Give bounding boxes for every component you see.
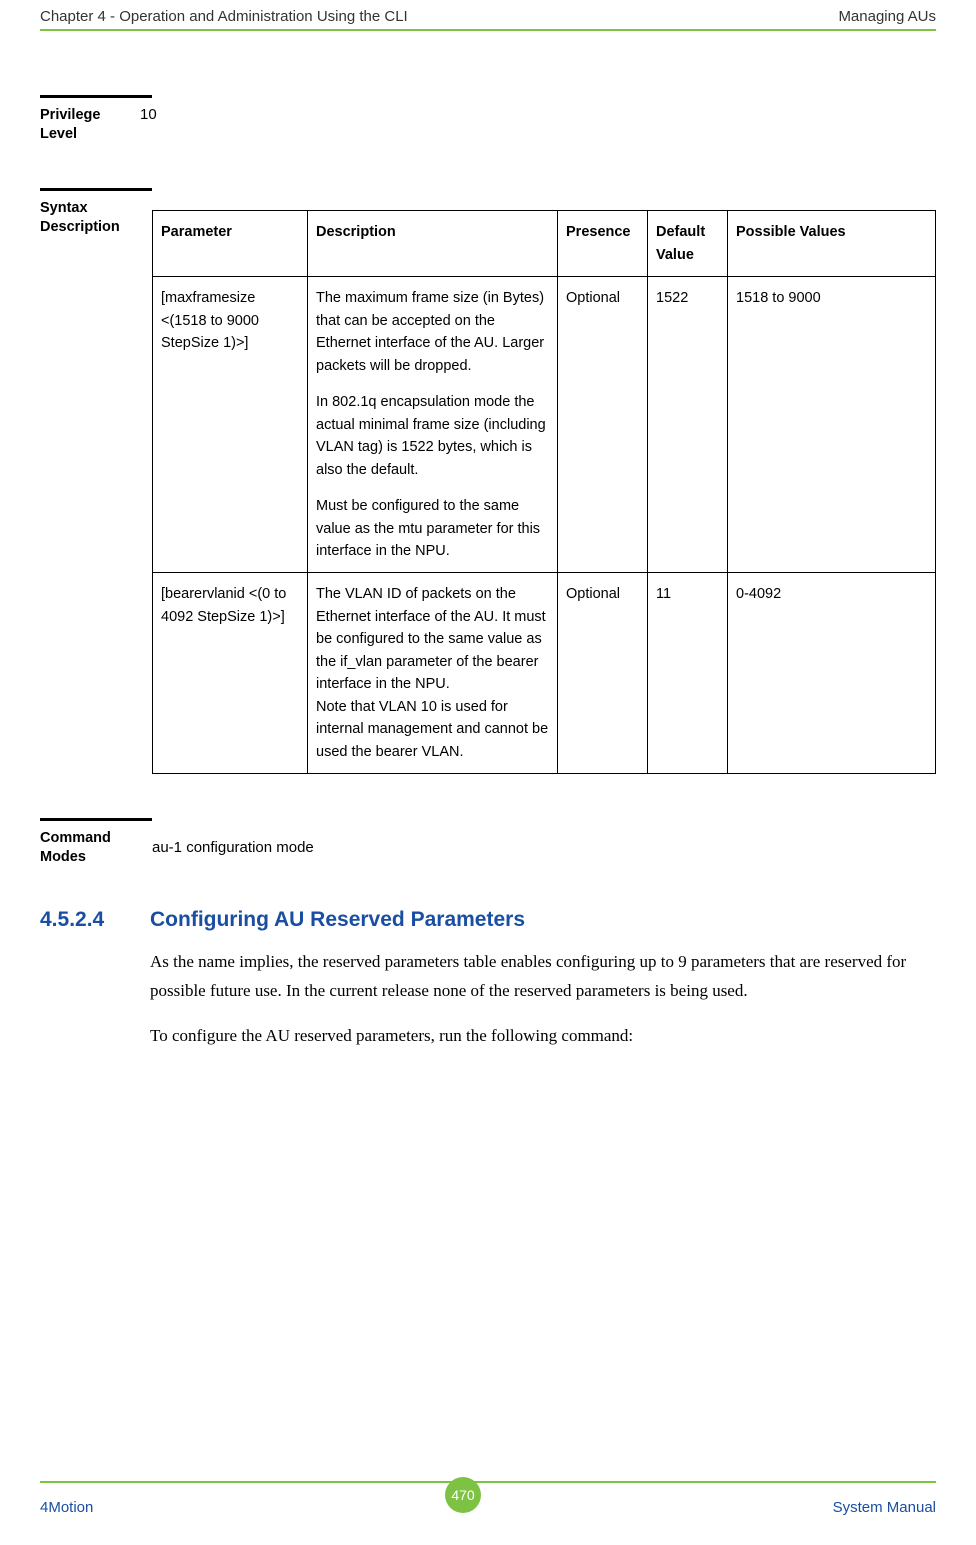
syntax-table: Parameter Description Presence Default V…	[152, 210, 936, 774]
main-content: Privilege Level 10 Syntax Description Pa…	[40, 31, 936, 1051]
page-header: Chapter 4 - Operation and Administration…	[40, 0, 936, 31]
cell-description: The VLAN ID of packets on the Ethernet i…	[308, 573, 558, 774]
footer-right: System Manual	[833, 1499, 936, 1516]
col-possible: Possible Values	[728, 211, 936, 277]
col-description: Description	[308, 211, 558, 277]
privilege-level-block: Privilege Level 10	[40, 95, 152, 144]
privilege-label: Privilege Level	[40, 98, 140, 144]
cell-presence: Optional	[558, 573, 648, 774]
subsection-number: 4.5.2.4	[40, 908, 150, 932]
header-right: Managing AUs	[838, 8, 936, 25]
subsection-title: Configuring AU Reserved Parameters	[150, 908, 525, 932]
subsection-heading: 4.5.2.4 Configuring AU Reserved Paramete…	[40, 908, 936, 932]
page-number-badge: 470	[445, 1477, 481, 1513]
command-modes-value: au-1 configuration mode	[152, 831, 936, 856]
syntax-description-block: Syntax Description	[40, 188, 152, 237]
page-footer: 4Motion 470 System Manual	[40, 1481, 936, 1525]
command-modes-block: Command Modes	[40, 818, 152, 867]
cell-presence: Optional	[558, 277, 648, 573]
header-left: Chapter 4 - Operation and Administration…	[40, 8, 408, 25]
cell-default: 1522	[648, 277, 728, 573]
cell-description: The maximum frame size (in Bytes) that c…	[308, 277, 558, 573]
table-header-row: Parameter Description Presence Default V…	[153, 211, 936, 277]
table-row: [bearervlanid <(0 to 4092 StepSize 1)>] …	[153, 573, 936, 774]
body-para: As the name implies, the reserved parame…	[150, 948, 936, 1006]
table-row: [maxframesize <(1518 to 9000 StepSize 1)…	[153, 277, 936, 573]
col-parameter: Parameter	[153, 211, 308, 277]
subsection-body: As the name implies, the reserved parame…	[150, 948, 936, 1051]
col-default: Default Value	[648, 211, 728, 277]
privilege-value: 10	[140, 98, 157, 144]
cell-possible: 1518 to 9000	[728, 277, 936, 573]
body-para: To configure the AU reserved parameters,…	[150, 1022, 936, 1051]
cell-possible: 0-4092	[728, 573, 936, 774]
col-presence: Presence	[558, 211, 648, 277]
footer-left: 4Motion	[40, 1499, 93, 1516]
syntax-label: Syntax Description	[40, 191, 140, 237]
command-modes-label: Command Modes	[40, 821, 140, 867]
cell-parameter: [maxframesize <(1518 to 9000 StepSize 1)…	[153, 277, 308, 573]
cell-default: 11	[648, 573, 728, 774]
cell-parameter: [bearervlanid <(0 to 4092 StepSize 1)>]	[153, 573, 308, 774]
